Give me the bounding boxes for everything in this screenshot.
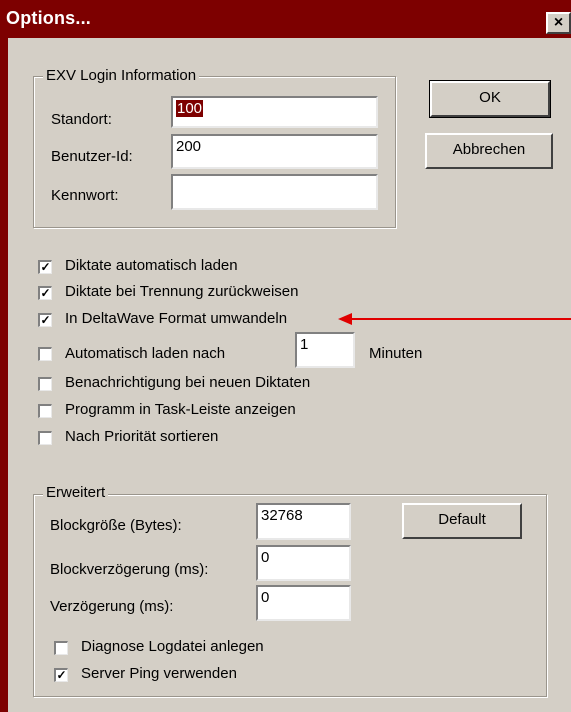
minutes-value: 1 [300, 336, 309, 353]
close-icon: × [553, 14, 564, 31]
option-label-auto-load-after[interactable]: Automatisch laden nach [65, 345, 225, 362]
ok-button[interactable]: OK [429, 80, 551, 118]
login-group-title: EXV Login Information [43, 67, 200, 84]
benutzer-id-label: Benutzer-Id: [51, 148, 133, 165]
close-button[interactable]: × [546, 12, 571, 34]
option-checkbox-taskbar[interactable] [38, 404, 52, 418]
block-size-field[interactable]: 32768 [256, 503, 351, 540]
title-bar[interactable]: Options... × [0, 0, 571, 38]
block-size-value: 32768 [261, 507, 303, 524]
benutzer-id-value: 200 [176, 138, 202, 155]
delay-label: Verzögerung (ms): [50, 598, 174, 615]
check-icon: ✓ [40, 313, 51, 327]
option-checkbox-reject-on-disconnect[interactable]: ✓ [38, 286, 52, 300]
annotation-arrow-head [338, 313, 352, 325]
option-label-reject-on-disconnect[interactable]: Diktate bei Trennung zurückweisen [65, 283, 298, 300]
option-checkbox-auto-load[interactable]: ✓ [38, 260, 52, 274]
annotation-arrow [338, 313, 571, 325]
cancel-button[interactable]: Abbrechen [425, 133, 553, 169]
option-checkbox-notify-new[interactable] [38, 377, 52, 391]
window-left-border [0, 38, 8, 712]
standort-label: Standort: [51, 111, 112, 128]
block-delay-value: 0 [261, 549, 270, 566]
benutzer-id-field[interactable]: 200 [171, 134, 378, 169]
option-label-notify-new[interactable]: Benachrichtigung bei neuen Diktaten [65, 374, 310, 391]
option-label-sort-priority[interactable]: Nach Priorität sortieren [65, 428, 218, 445]
kennwort-label: Kennwort: [51, 187, 119, 204]
ok-button-label: OK [479, 89, 501, 106]
window-title: Options... [6, 8, 91, 28]
default-button-label: Default [438, 511, 486, 528]
advanced-group-title: Erweitert [43, 484, 109, 501]
minutes-field[interactable]: 1 [295, 332, 355, 368]
minutes-unit-label: Minuten [369, 345, 423, 362]
delay-value: 0 [261, 589, 270, 606]
check-icon: ✓ [56, 668, 67, 682]
option-label-taskbar[interactable]: Programm in Task-Leiste anzeigen [65, 401, 296, 418]
option-label-auto-load[interactable]: Diktate automatisch laden [65, 257, 238, 274]
block-size-label: Blockgröße (Bytes): [50, 517, 182, 534]
check-icon: ✓ [40, 286, 51, 300]
server-ping-checkbox[interactable]: ✓ [54, 668, 68, 682]
standort-field[interactable]: 100 [171, 96, 378, 128]
diagnose-logfile-checkbox[interactable] [54, 641, 68, 655]
block-delay-field[interactable]: 0 [256, 545, 351, 581]
default-button[interactable]: Default [402, 503, 522, 539]
diagnose-logfile-label[interactable]: Diagnose Logdatei anlegen [81, 638, 264, 655]
server-ping-label[interactable]: Server Ping verwenden [81, 665, 237, 682]
block-delay-label: Blockverzögerung (ms): [50, 561, 209, 578]
check-icon: ✓ [40, 260, 51, 274]
options-dialog: Options... × EXV Login Information Stand… [0, 0, 571, 712]
cancel-button-label: Abbrechen [452, 141, 526, 158]
option-checkbox-sort-priority[interactable] [38, 431, 52, 445]
option-checkbox-deltawave[interactable]: ✓ [38, 313, 52, 327]
option-checkbox-auto-load-after[interactable] [38, 347, 52, 361]
delay-field[interactable]: 0 [256, 585, 351, 621]
kennwort-field[interactable] [171, 174, 378, 210]
option-label-deltawave[interactable]: In DeltaWave Format umwandeln [65, 310, 287, 327]
standort-value: 100 [176, 100, 204, 117]
